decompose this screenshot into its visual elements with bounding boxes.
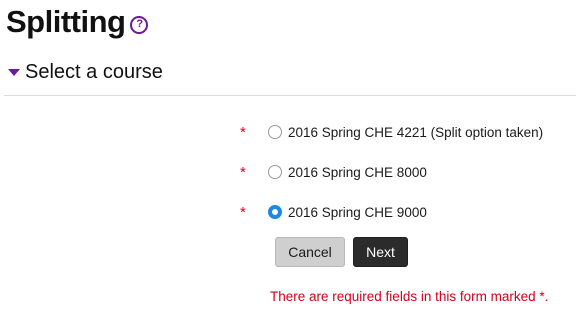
- section-divider: [4, 95, 576, 96]
- required-marker: *: [240, 123, 246, 141]
- section-title: Select a course: [25, 61, 163, 83]
- next-button[interactable]: Next: [353, 237, 408, 267]
- course-radio-che-9000[interactable]: [268, 205, 282, 219]
- required-marker: *: [240, 203, 246, 221]
- course-option-label[interactable]: 2016 Spring CHE 8000: [288, 165, 427, 180]
- page-title-text: Splitting: [6, 4, 126, 39]
- course-radio-che-8000[interactable]: [268, 165, 282, 179]
- required-marker: *: [240, 163, 246, 181]
- course-option-label[interactable]: 2016 Spring CHE 9000: [288, 205, 427, 220]
- page-title: Splitting ?: [6, 3, 149, 40]
- required-fields-note: There are required fields in this form m…: [270, 289, 549, 304]
- course-option-row: * 2016 Spring CHE 4221 (Split option tak…: [240, 122, 543, 142]
- course-radio-che-4221[interactable]: [268, 125, 282, 139]
- course-option-row: * 2016 Spring CHE 8000: [240, 162, 427, 182]
- course-option-row: * 2016 Spring CHE 9000: [240, 202, 427, 222]
- cancel-button[interactable]: Cancel: [275, 237, 345, 267]
- help-icon[interactable]: ?: [130, 15, 149, 34]
- section-header-toggle[interactable]: Select a course: [8, 60, 163, 84]
- course-option-label[interactable]: 2016 Spring CHE 4221 (Split option taken…: [288, 125, 543, 140]
- triangle-down-icon: [8, 69, 20, 76]
